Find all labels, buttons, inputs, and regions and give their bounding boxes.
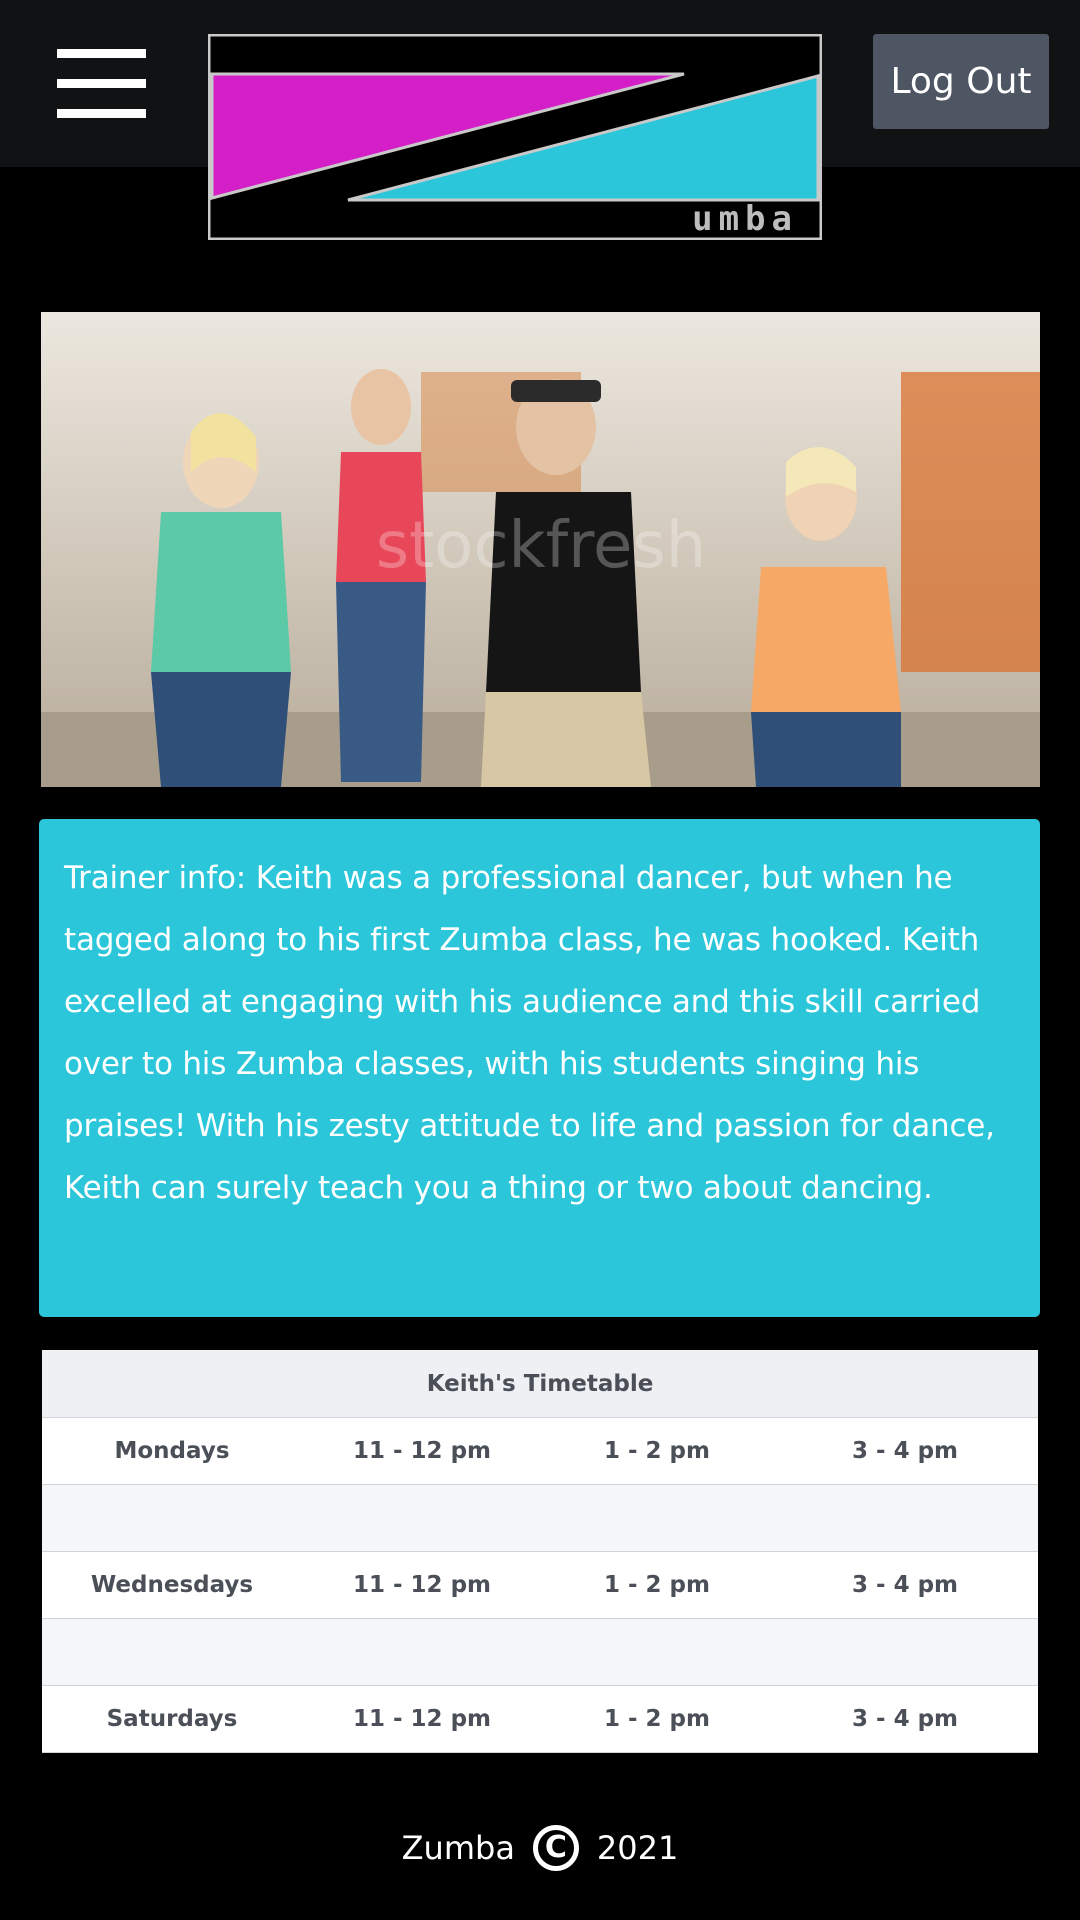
spacer-row — [42, 1618, 1039, 1686]
footer-year: 2021 — [596, 1829, 679, 1867]
trainer-info-card: Trainer info: Keith was a professional d… — [39, 819, 1040, 1317]
day-cell: Wednesdays — [42, 1551, 302, 1619]
copyright-icon: C — [532, 1825, 579, 1871]
time-slot: 11 - 12 pm — [302, 1551, 542, 1619]
time-slot: 1 - 2 pm — [542, 1551, 772, 1619]
table-row: Wednesdays 11 - 12 pm 1 - 2 pm 3 - 4 pm — [42, 1551, 1039, 1619]
table-row: Mondays 11 - 12 pm 1 - 2 pm 3 - 4 pm — [42, 1417, 1039, 1485]
trainer-info-text: Trainer info: Keith was a professional d… — [64, 860, 995, 1206]
page-footer: Zumba C 2021 — [0, 1820, 1080, 1876]
footer-brand: Zumba — [401, 1829, 515, 1867]
zumba-logo: umba — [208, 34, 822, 240]
day-cell: Saturdays — [42, 1685, 302, 1753]
hero-watermark: stockfresh — [376, 509, 707, 583]
spacer-row — [42, 1484, 1039, 1552]
timetable-title: Keith's Timetable — [42, 1350, 1039, 1418]
logout-button[interactable]: Log Out — [873, 34, 1049, 129]
logo-wordmark: umba — [692, 199, 798, 239]
dancers-hero-image: stockfresh — [41, 312, 1040, 787]
time-slot: 3 - 4 pm — [772, 1685, 1039, 1753]
time-slot: 3 - 4 pm — [772, 1417, 1039, 1485]
time-slot: 11 - 12 pm — [302, 1417, 542, 1485]
time-slot: 1 - 2 pm — [542, 1685, 772, 1753]
time-slot: 11 - 12 pm — [302, 1685, 542, 1753]
time-slot: 3 - 4 pm — [772, 1551, 1039, 1619]
hamburger-menu-icon[interactable] — [57, 49, 146, 119]
time-slot: 1 - 2 pm — [542, 1417, 772, 1485]
day-cell: Mondays — [42, 1417, 302, 1485]
table-row: Saturdays 11 - 12 pm 1 - 2 pm 3 - 4 pm — [42, 1685, 1039, 1753]
trainer-timetable: Keith's Timetable Mondays 11 - 12 pm 1 -… — [42, 1350, 1039, 1753]
